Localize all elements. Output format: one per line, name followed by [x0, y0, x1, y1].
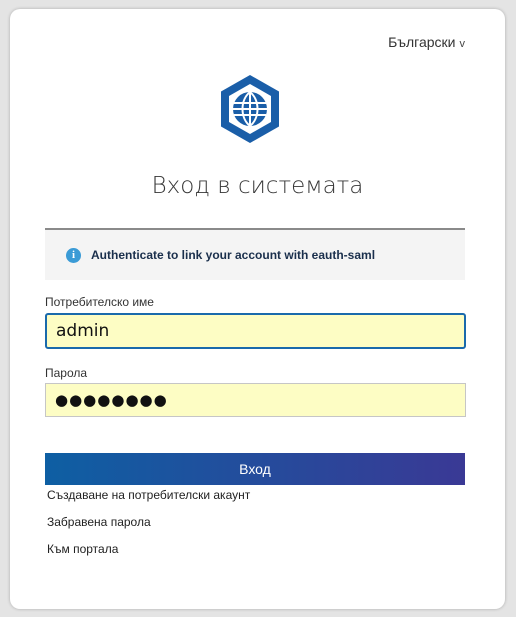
language-label: Български [388, 34, 456, 50]
hexagon-globe-logo [221, 75, 279, 143]
portal-link[interactable]: Към портала [47, 542, 118, 556]
username-field[interactable]: admin [45, 313, 466, 349]
password-label: Парола [45, 366, 88, 380]
create-account-link[interactable]: Създаване на потребителски акаунт [47, 488, 250, 502]
password-value: ●●●●●●●● [55, 391, 168, 409]
username-value: admin [56, 321, 110, 341]
username-label: Потребителско име [45, 295, 154, 309]
info-icon: i [66, 247, 81, 263]
login-button-label: Вход [239, 461, 271, 477]
chevron-down-icon: v [459, 38, 466, 50]
login-button[interactable]: Вход [45, 453, 465, 485]
alert-message: Authenticate to link your account with e… [91, 248, 376, 262]
login-card: Български v Вход в системата i Authentica… [10, 9, 505, 609]
forgot-password-link[interactable]: Забравена парола [47, 515, 151, 529]
password-field[interactable]: ●●●●●●●● [45, 383, 466, 417]
page-title: Вход в системата [151, 173, 364, 199]
info-alert: i Authenticate to link your account with… [45, 228, 465, 280]
language-selector[interactable]: Български v [388, 34, 465, 50]
